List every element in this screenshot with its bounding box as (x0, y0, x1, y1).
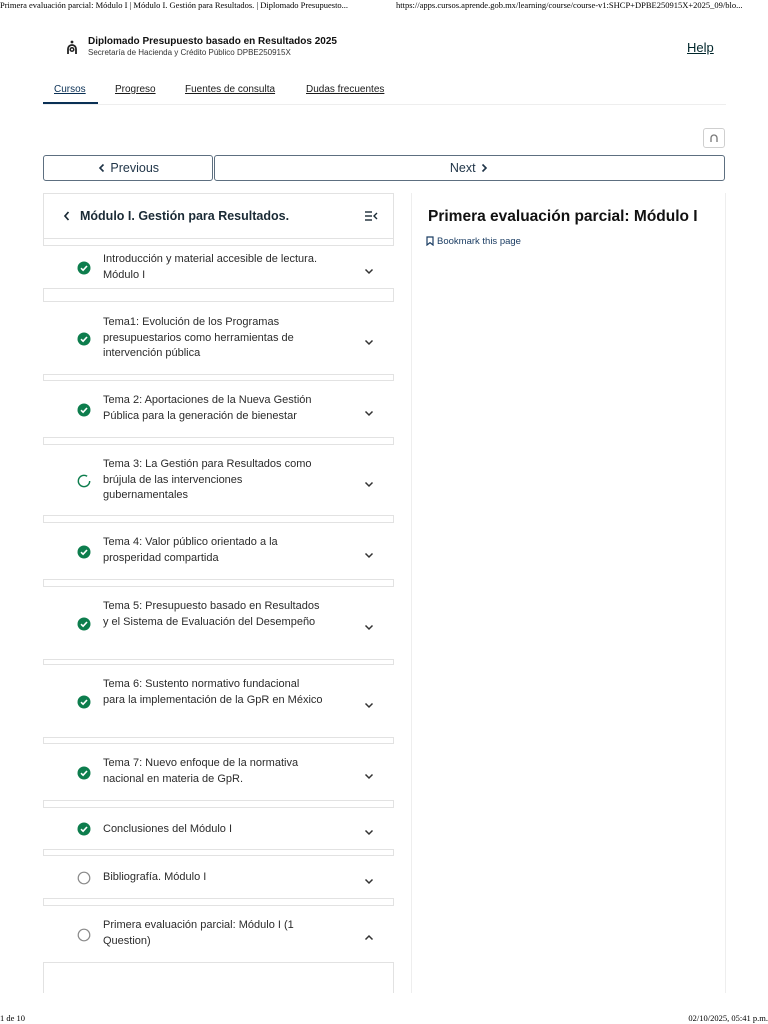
outline-unit[interactable]: Introducción y material accesible de lec… (43, 245, 394, 289)
outline-unit[interactable]: Tema 7: Nuevo enfoque de la normativa na… (43, 743, 394, 801)
module-title: Módulo I. Gestión para Resultados. (80, 209, 290, 223)
notes-toggle-button[interactable] (703, 128, 725, 148)
course-title: Diplomado Presupuesto basado en Resultad… (88, 36, 337, 47)
chevron-up-icon[interactable] (364, 930, 374, 948)
outline-unit[interactable]: Tema1: Evolución de los Programas presup… (43, 301, 394, 375)
outline-unit[interactable]: Tema 2: Aportaciones de la Nueva Gestión… (43, 380, 394, 438)
chevron-down-icon[interactable] (364, 873, 374, 891)
outline-unit[interactable]: Conclusiones del Módulo I (43, 807, 394, 850)
outline-unit[interactable]: Tema 3: La Gestión para Resultados como … (43, 444, 394, 516)
chevron-right-icon (482, 163, 488, 173)
bookmark-button[interactable]: Bookmark this page (426, 236, 521, 247)
unit-label: Tema 7: Nuevo enfoque de la normativa na… (103, 757, 299, 785)
chevron-down-icon[interactable] (364, 476, 374, 494)
empty-circle-icon (77, 871, 91, 890)
tab-dudas-frecuentes[interactable]: Dudas frecuentes (306, 84, 384, 95)
outline-unit[interactable]: Primera evaluación parcial: Módulo I (1 … (43, 905, 394, 963)
next-label: Next (449, 161, 476, 175)
outline-unit[interactable]: Tema 6: Sustento normativo fundacional p… (43, 664, 394, 738)
tab-fuentes-de-consulta[interactable]: Fuentes de consulta (185, 84, 275, 95)
loading-icon (710, 134, 718, 142)
unit-label: Tema 2: Aportaciones de la Nueva Gestión… (103, 394, 312, 422)
unit-label: Tema 3: La Gestión para Resultados como … (103, 458, 312, 501)
chevron-down-icon[interactable] (364, 263, 374, 281)
chevron-down-icon[interactable] (364, 547, 374, 565)
print-header: Primera evaluación parcial: Módulo I | M… (0, 0, 768, 10)
chevron-down-icon[interactable] (364, 334, 374, 352)
check-circle-icon (77, 617, 91, 636)
chevron-down-icon[interactable] (364, 697, 374, 715)
course-organization: Secretaría de Hacienda y Crédito Público… (88, 48, 291, 57)
chevron-left-icon (98, 163, 105, 173)
print-page-title: Primera evaluación parcial: Módulo I | M… (0, 0, 349, 10)
check-circle-icon (77, 332, 91, 351)
print-page-url: https://apps.cursos.aprende.gob.mx/learn… (396, 0, 743, 10)
unit-label: Tema 5: Presupuesto basado en Resultados… (103, 600, 320, 628)
unit-label: Primera evaluación parcial: Módulo I (1 … (103, 919, 294, 947)
check-circle-icon (77, 403, 91, 422)
unit-label: Tema 4: Valor público orientado a la pro… (103, 536, 278, 564)
unit-label: Conclusiones del Módulo I (103, 823, 233, 835)
print-timestamp: 02/10/2025, 05:41 p.m. (688, 1013, 768, 1023)
active-tab-indicator (43, 102, 98, 104)
tab-cursos[interactable]: Cursos (54, 84, 86, 95)
tab-progreso[interactable]: Progreso (115, 84, 156, 95)
unit-content: Primera evaluación parcial: Módulo I Boo… (411, 193, 726, 993)
site-header: Diplomado Presupuesto basado en Resultad… (0, 28, 768, 68)
bookmark-label: Bookmark this page (437, 236, 521, 247)
unit-label: Tema1: Evolución de los Programas presup… (103, 316, 294, 359)
chevron-down-icon[interactable] (364, 405, 374, 423)
chevron-down-icon[interactable] (364, 619, 374, 637)
unit-label: Tema 6: Sustento normativo fundacional p… (103, 678, 323, 706)
course-outline-sidebar: Módulo I. Gestión para Resultados. Intro… (43, 193, 394, 993)
check-circle-icon (77, 822, 91, 841)
print-page-number: 1 de 10 (0, 1013, 26, 1023)
back-chevron-icon[interactable] (62, 210, 72, 222)
module-header: Módulo I. Gestión para Resultados. (44, 194, 393, 239)
print-footer: 1 de 10 02/10/2025, 05:41 p.m. (0, 1013, 768, 1023)
chevron-down-icon[interactable] (364, 824, 374, 842)
help-link[interactable]: Help (687, 40, 714, 55)
chevron-down-icon[interactable] (364, 768, 374, 786)
unit-label: Introducción y material accesible de lec… (103, 253, 317, 281)
previous-label: Previous (110, 161, 160, 175)
bookmark-icon (426, 236, 434, 247)
check-circle-icon (77, 695, 91, 714)
outline-unit[interactable]: Tema 4: Valor público orientado a la pro… (43, 522, 394, 580)
previous-button[interactable]: Previous (43, 155, 213, 181)
course-tabs: Cursos Progreso Fuentes de consulta Duda… (43, 80, 726, 105)
next-button[interactable]: Next (214, 155, 725, 181)
outline-unit[interactable]: Tema 5: Presupuesto basado en Resultados… (43, 586, 394, 660)
collapse-sidebar-icon[interactable] (364, 210, 378, 222)
partial-progress-icon (77, 474, 91, 493)
logo-icon (67, 40, 77, 54)
page-title: Primera evaluación parcial: Módulo I (428, 208, 698, 225)
check-circle-icon (77, 766, 91, 785)
check-circle-icon (77, 261, 91, 280)
outline-unit[interactable]: Bibliografía. Módulo I (43, 855, 394, 899)
unit-label: Bibliografía. Módulo I (103, 871, 207, 883)
check-circle-icon (77, 545, 91, 564)
empty-circle-icon (77, 928, 91, 947)
